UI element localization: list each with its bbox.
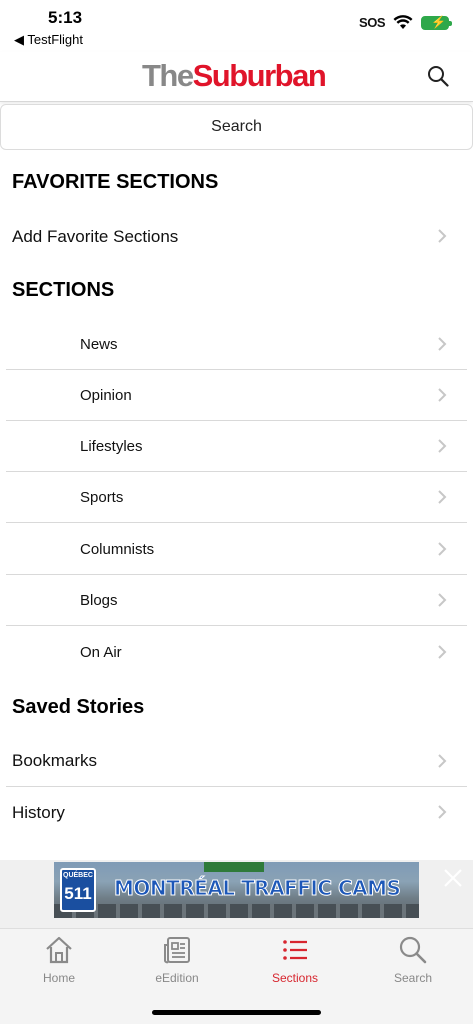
chevron-right-icon (438, 542, 447, 556)
house-icon (46, 936, 72, 964)
sos-indicator: SOS (359, 15, 385, 30)
ad-headline: MONTRÉAL TRAFFIC CAMS (113, 876, 401, 901)
search-button[interactable]: Search (0, 104, 473, 150)
bottom-tab-bar: Home eEdition Sections Search (0, 928, 473, 1024)
section-item-label: Sports (80, 488, 124, 506)
tab-search-label: Search (393, 971, 433, 985)
the-suburban-logo[interactable]: TheSuburban (142, 58, 327, 94)
section-item-label: Lifestyles (80, 437, 143, 455)
section-item-label: Blogs (80, 591, 118, 609)
logo-suburban: Suburban (192, 58, 327, 93)
section-item-opinion[interactable]: Opinion (6, 370, 467, 421)
bookmarks-row[interactable]: Bookmarks (6, 736, 467, 787)
tab-eedition[interactable]: eEdition (132, 935, 222, 991)
home-indicator[interactable] (152, 1010, 321, 1015)
section-item-blogs[interactable]: Blogs (6, 575, 467, 626)
chevron-right-icon (438, 490, 447, 504)
list-icon (283, 940, 307, 960)
section-item-columnists[interactable]: Columnists (6, 524, 467, 575)
search-icon[interactable] (427, 65, 449, 87)
history-label: History (12, 802, 65, 822)
quebec-511-badge: QUÉBEC 511 (60, 868, 96, 912)
highway-sign (204, 862, 264, 872)
status-indicators: SOS ⚡ (359, 15, 452, 30)
chevron-right-icon (438, 439, 447, 453)
tab-eedition-label: eEdition (155, 971, 199, 985)
newspaper-icon (164, 937, 190, 964)
sections-heading: SECTIONS (12, 279, 115, 301)
montreal-traffic-cams-ad[interactable]: QUÉBEC 511 MONTRÉAL TRAFFIC CAMS (54, 862, 419, 918)
status-bar: 5:13 ◀ TestFlight SOS ⚡ (0, 0, 473, 52)
tab-home-label: Home (42, 971, 75, 985)
chevron-right-icon (438, 229, 447, 243)
chevron-right-icon (438, 645, 447, 659)
section-item-sports[interactable]: Sports (6, 472, 467, 523)
chevron-right-icon (438, 754, 447, 768)
magnifier-icon (399, 936, 427, 964)
add-favorite-sections-row[interactable]: Add Favorite Sections (6, 211, 467, 262)
search-button-label: Search (211, 118, 262, 135)
section-item-label: Opinion (80, 386, 132, 404)
ad-banner-container: QUÉBEC 511 MONTRÉAL TRAFFIC CAMS (0, 860, 473, 928)
back-to-testflight-link[interactable]: ◀ TestFlight (14, 32, 83, 48)
chevron-right-icon (438, 593, 447, 607)
history-row[interactable]: History (6, 787, 467, 838)
section-item-news[interactable]: News (6, 319, 467, 370)
section-item-on-air[interactable]: On Air (6, 627, 467, 678)
chevron-right-icon (438, 337, 447, 351)
app-header: TheSuburban (0, 52, 473, 102)
logo-the: The (142, 58, 194, 93)
favorite-sections-heading: FAVORITE SECTIONS (12, 171, 219, 193)
chevron-right-icon (438, 805, 447, 819)
add-favorite-sections-label: Add Favorite Sections (12, 226, 179, 246)
saved-stories-heading: Saved Stories (12, 696, 145, 718)
highway-road (54, 904, 419, 918)
status-time: 5:13 (48, 8, 83, 27)
chevron-right-icon (438, 388, 447, 402)
battery-icon: ⚡ (421, 15, 452, 30)
tab-home[interactable]: Home (14, 935, 104, 991)
tab-sections-label: Sections (271, 971, 319, 985)
section-item-label: Columnists (80, 540, 155, 558)
bookmarks-label: Bookmarks (12, 751, 98, 770)
wifi-icon (393, 15, 413, 29)
close-icon[interactable] (441, 866, 465, 890)
tab-sections[interactable]: Sections (250, 935, 340, 991)
section-item-lifestyles[interactable]: Lifestyles (6, 421, 467, 472)
badge-511-text: 511 (64, 884, 92, 903)
section-item-label: News (80, 335, 118, 353)
badge-quebec-text: QUÉBEC (63, 872, 93, 879)
section-item-label: On Air (80, 644, 122, 661)
tab-search[interactable]: Search (368, 935, 458, 991)
